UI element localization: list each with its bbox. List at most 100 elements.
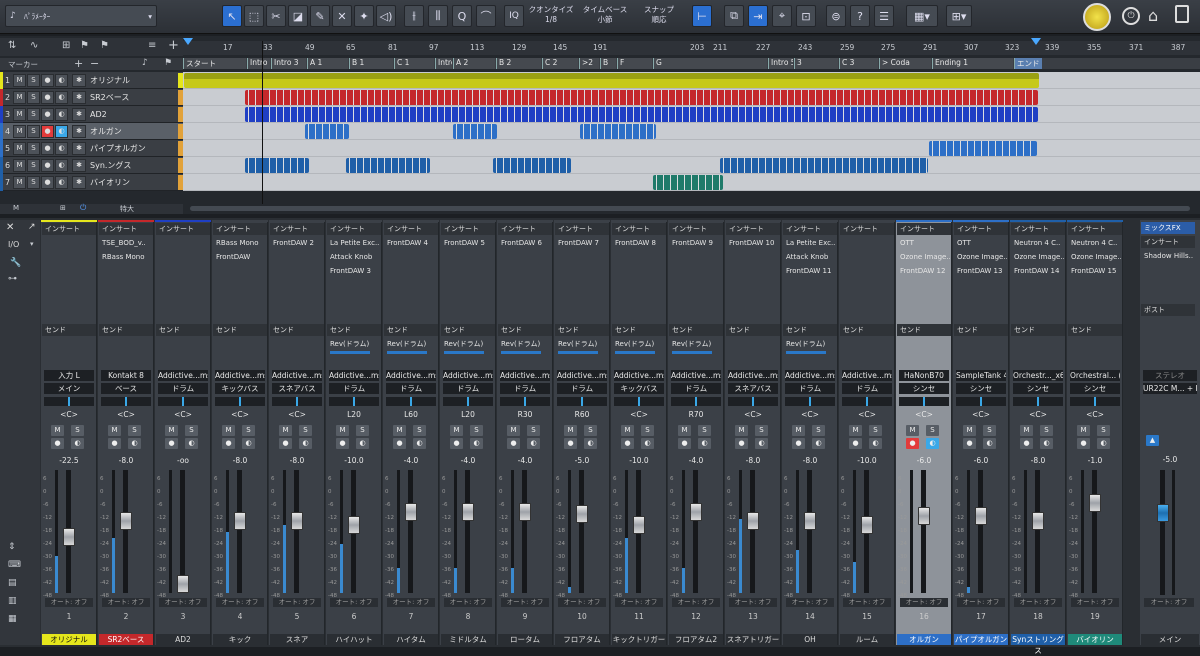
volume-value[interactable]: -10.0 bbox=[614, 456, 664, 465]
solo-button[interactable]: S bbox=[27, 73, 40, 87]
fader-track[interactable] bbox=[978, 470, 983, 593]
main-insert-header[interactable]: インサート bbox=[1141, 236, 1195, 248]
record-arm-button[interactable]: ● bbox=[678, 438, 691, 449]
quantize-button[interactable]: Q bbox=[452, 5, 472, 27]
input-box[interactable]: Addictive...ms 2 bbox=[386, 370, 436, 381]
solo-button[interactable]: S bbox=[128, 425, 141, 436]
pan-value[interactable]: <C> bbox=[785, 410, 835, 419]
pan-slider[interactable] bbox=[671, 397, 721, 406]
automation-mode[interactable]: オート: オフ bbox=[387, 598, 435, 607]
volume-value[interactable]: -6.0 bbox=[899, 456, 949, 465]
marker-label[interactable]: エンド bbox=[1014, 58, 1042, 69]
insert-slot[interactable]: FrontDAW 13 bbox=[955, 265, 1007, 277]
fader-track[interactable] bbox=[294, 470, 299, 593]
solo-button[interactable]: S bbox=[470, 425, 483, 436]
send-header[interactable]: センド bbox=[897, 324, 951, 336]
send-slot[interactable]: Rev(ドラム) bbox=[385, 338, 437, 350]
solo-button[interactable]: S bbox=[27, 175, 40, 189]
track-header[interactable]: 2 M S ● ◐ ✱ SR2ベース bbox=[0, 88, 183, 106]
fader-handle[interactable] bbox=[975, 507, 987, 526]
automation-mode[interactable]: オート: オフ bbox=[729, 598, 777, 607]
input-box[interactable]: Addictive...ms 2 bbox=[557, 370, 607, 381]
mute-button[interactable]: M bbox=[792, 425, 805, 436]
send-header[interactable]: センド bbox=[669, 324, 723, 336]
output-box[interactable]: ベース bbox=[101, 383, 151, 394]
channel-name[interactable]: ルーム bbox=[840, 634, 894, 645]
fader-track[interactable] bbox=[237, 470, 242, 593]
send-level-bar[interactable] bbox=[558, 351, 598, 354]
insert-slot[interactable]: Attack Knob bbox=[784, 251, 836, 263]
send-header[interactable]: センド bbox=[612, 324, 666, 336]
add-marker-icon[interactable]: + bbox=[74, 57, 83, 70]
pan-value[interactable]: <C> bbox=[614, 410, 664, 419]
send-slot[interactable]: Rev(ドラム) bbox=[442, 338, 494, 350]
marker-label[interactable]: 3 bbox=[794, 58, 838, 69]
event-clip[interactable] bbox=[580, 124, 656, 139]
monitor-button[interactable]: ◐ bbox=[755, 438, 768, 449]
channel-name[interactable]: オルガン bbox=[897, 634, 951, 645]
output-box[interactable]: シンセ bbox=[899, 383, 949, 394]
solo-button[interactable]: S bbox=[242, 425, 255, 436]
send-level-bar[interactable] bbox=[444, 351, 484, 354]
autoscroll-button[interactable]: ⧉ bbox=[724, 5, 744, 27]
marker-label[interactable]: F bbox=[617, 58, 652, 69]
track-lane[interactable] bbox=[183, 89, 1200, 106]
track-name[interactable]: オリジナル bbox=[90, 75, 178, 86]
insert-header[interactable]: インサート bbox=[156, 223, 210, 235]
marker-label[interactable]: A 1 bbox=[307, 58, 348, 69]
mute-tool-button[interactable]: ✕ bbox=[332, 5, 352, 27]
insert-slot[interactable]: Neutron 4 C.. bbox=[1069, 237, 1121, 249]
track-lane[interactable] bbox=[183, 140, 1200, 157]
automation-mode[interactable]: オート: オフ bbox=[444, 598, 492, 607]
main-monitor-button[interactable]: ▲ bbox=[1146, 435, 1159, 446]
volume-value[interactable]: -8.0 bbox=[272, 456, 322, 465]
range-tool-button[interactable]: ⬚ bbox=[244, 5, 264, 27]
send-header[interactable]: センド bbox=[555, 324, 609, 336]
groove-button[interactable]: ⌒ bbox=[476, 5, 496, 27]
instrument-icon[interactable]: ✱ bbox=[72, 73, 86, 87]
insert-slot[interactable]: La Petite Exc.. bbox=[328, 237, 380, 249]
record-arm-button[interactable]: ● bbox=[621, 438, 634, 449]
track-header[interactable]: 6 M S ● ◐ ✱ Syn.ングス bbox=[0, 156, 183, 174]
track-header[interactable]: 4 M S ● ◐ ✱ オルガン bbox=[0, 122, 183, 140]
track-header[interactable]: 3 M S ● ◐ ✱ AD2 bbox=[0, 105, 183, 123]
quantize-select[interactable]: クオンタイズ 1/8 bbox=[528, 5, 574, 25]
input-box[interactable]: Orchestr..._x64 bbox=[1013, 370, 1063, 381]
pan-slider[interactable] bbox=[329, 397, 379, 406]
monitor-button[interactable]: ◐ bbox=[527, 438, 540, 449]
fader-handle[interactable] bbox=[405, 503, 417, 521]
solo-button[interactable]: S bbox=[1097, 425, 1110, 436]
fader-handle[interactable] bbox=[633, 516, 645, 535]
record-arm-button[interactable]: ● bbox=[51, 438, 64, 449]
record-arm-button[interactable]: ● bbox=[564, 438, 577, 449]
solo-button[interactable]: S bbox=[755, 425, 768, 436]
track-header[interactable]: 7 M S ● ◐ ✱ バイオリン bbox=[0, 173, 183, 191]
fader-handle[interactable] bbox=[747, 511, 759, 530]
automation-mode[interactable]: オート: オフ bbox=[558, 598, 606, 607]
loop-start-marker[interactable] bbox=[183, 38, 193, 45]
fader-handle[interactable] bbox=[918, 507, 930, 526]
event-clip[interactable] bbox=[184, 73, 1039, 88]
track-lane[interactable] bbox=[183, 106, 1200, 123]
marker-label[interactable]: C 3 bbox=[839, 58, 878, 69]
monitor-button[interactable]: ◐ bbox=[1097, 438, 1110, 449]
channel-name[interactable]: オリジナル bbox=[42, 634, 96, 645]
insert-header[interactable]: インサート bbox=[327, 223, 381, 235]
power-icon[interactable]: ⏻ bbox=[1122, 7, 1140, 25]
insert-slot[interactable]: OTT bbox=[898, 237, 950, 249]
insert-header[interactable]: インサート bbox=[726, 223, 780, 235]
channel-name[interactable]: スネアトリガー bbox=[726, 634, 780, 645]
fader-handle[interactable] bbox=[291, 511, 303, 530]
insert-header[interactable]: インサート bbox=[270, 223, 324, 235]
pan-slider[interactable] bbox=[158, 397, 208, 406]
insert-slot[interactable]: FrontDAW 8 bbox=[613, 237, 665, 249]
send-header[interactable]: センド bbox=[99, 324, 153, 336]
send-level-bar[interactable] bbox=[786, 351, 826, 354]
marker-label[interactable]: B bbox=[600, 58, 616, 69]
channel-name[interactable]: パイプオルガン bbox=[954, 634, 1008, 645]
record-arm-button[interactable]: ● bbox=[222, 438, 235, 449]
mute-button[interactable]: M bbox=[450, 425, 463, 436]
mute-button[interactable]: M bbox=[621, 425, 634, 436]
insert-slot[interactable]: La Petite Exc.. bbox=[784, 237, 836, 249]
automation-mode[interactable]: オート: オフ bbox=[900, 598, 948, 607]
